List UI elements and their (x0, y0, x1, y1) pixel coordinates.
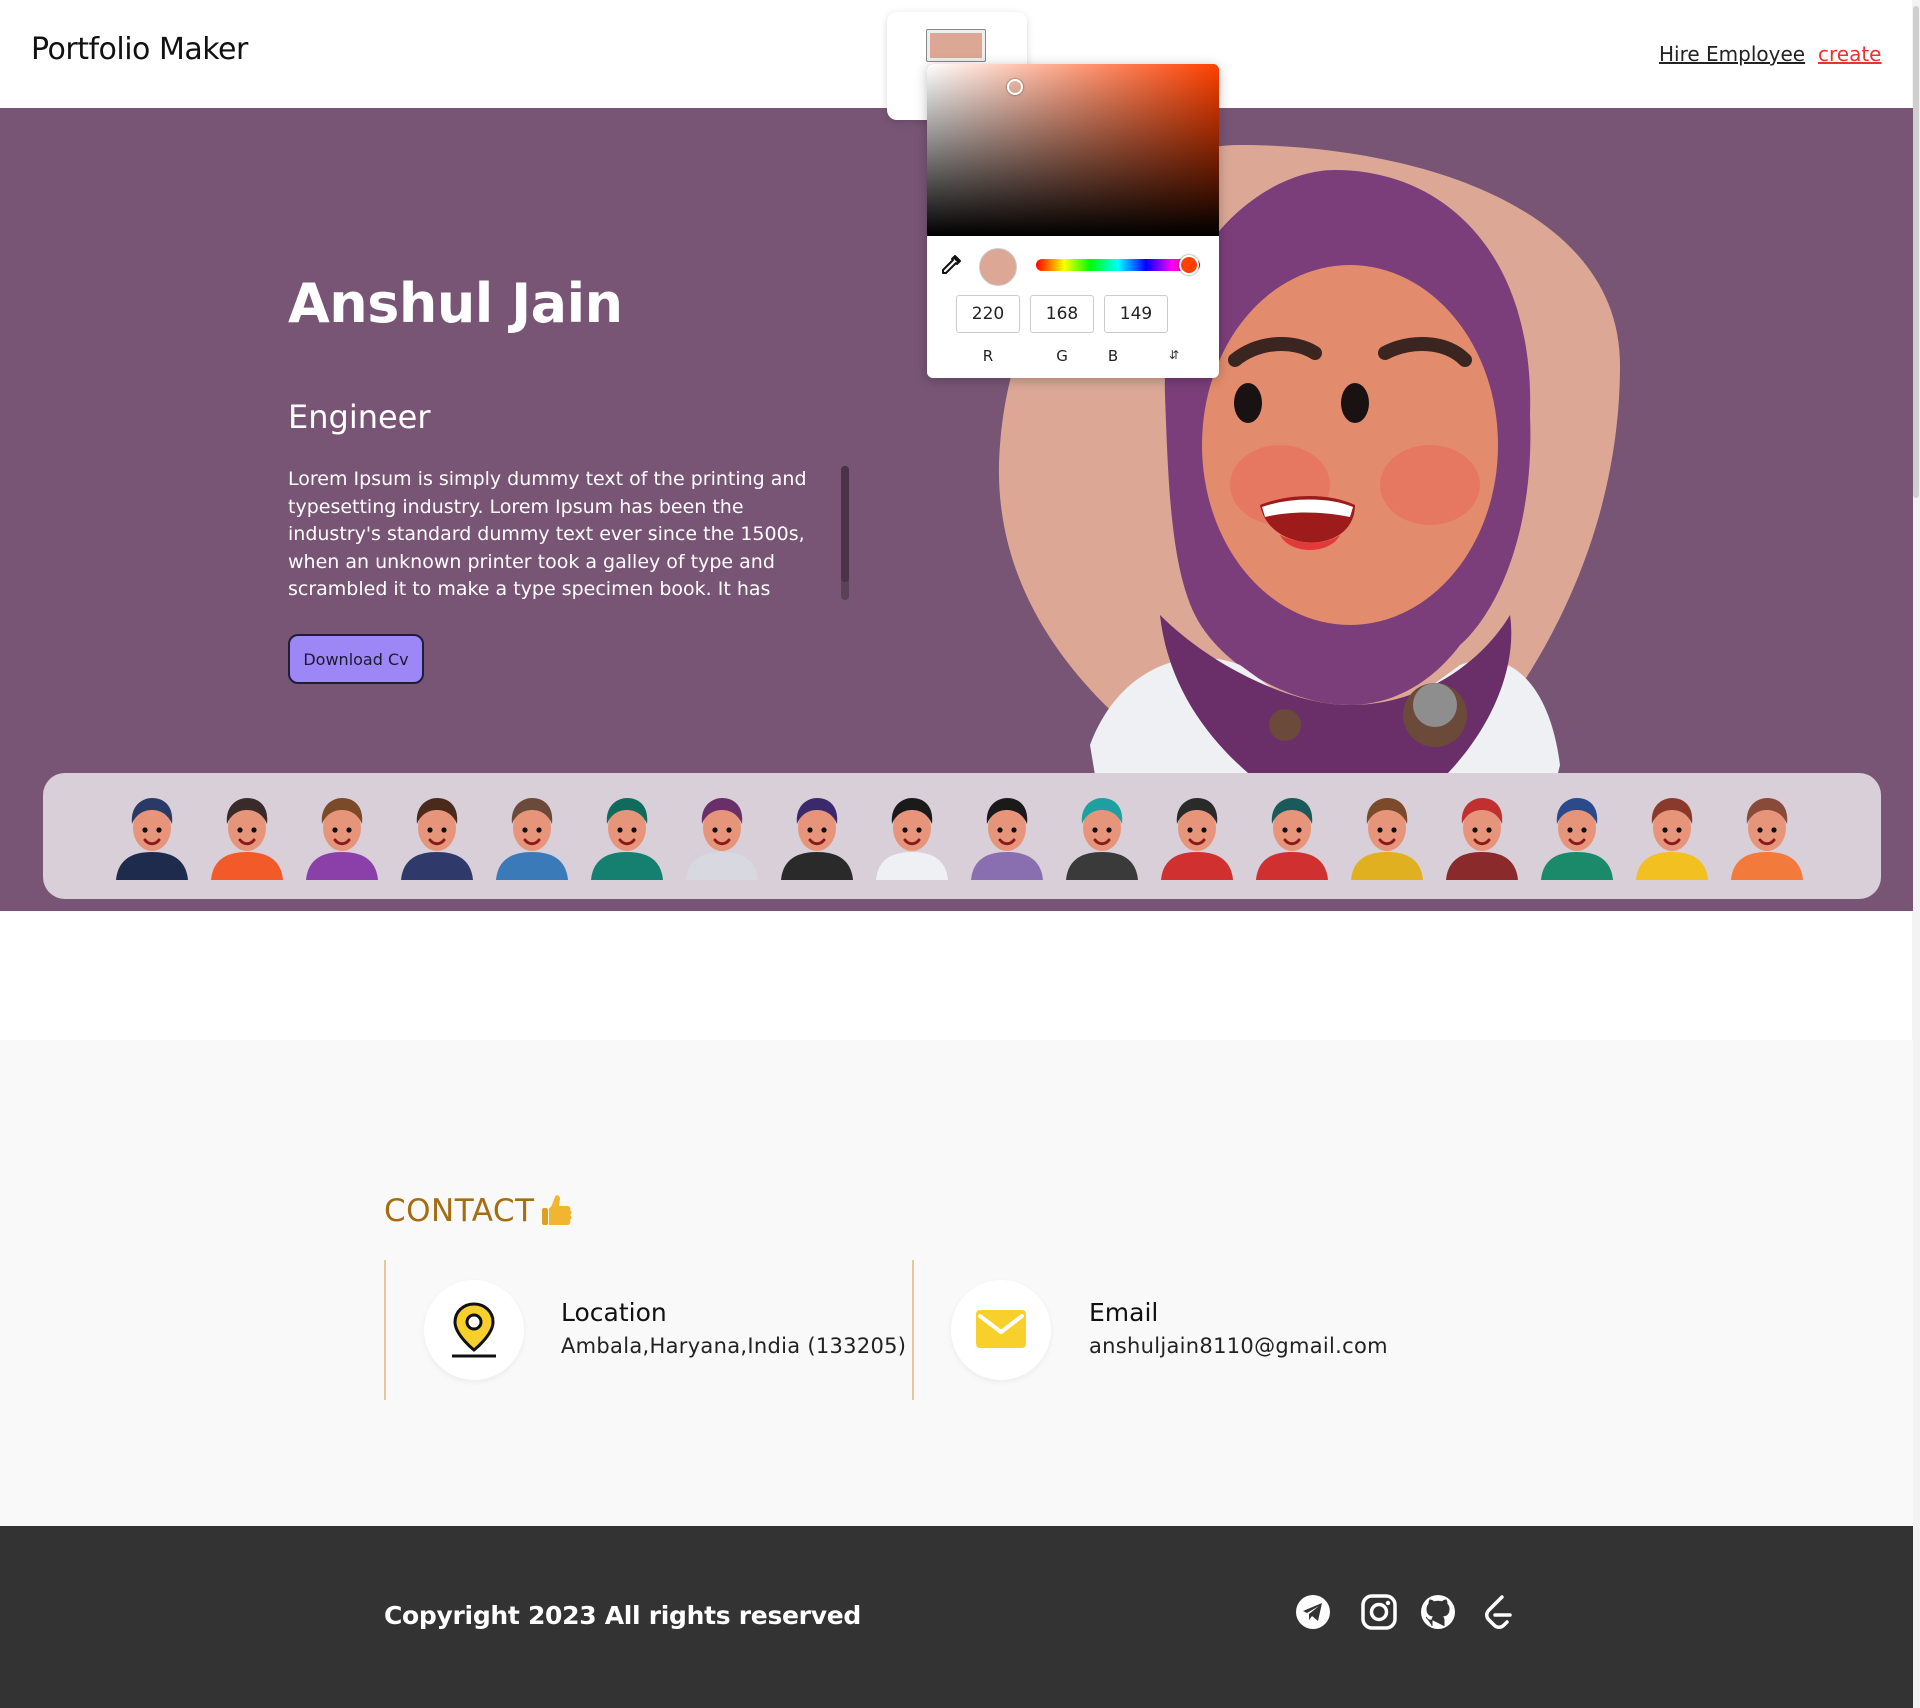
email-value[interactable]: anshuljain8110@gmail.com (1089, 1334, 1388, 1358)
brand-title[interactable]: Portfolio Maker (31, 32, 248, 67)
email-label: Email (1089, 1298, 1159, 1327)
color-swatch-fill (930, 33, 982, 58)
avatar-headset-gamer[interactable] (1250, 792, 1334, 880)
avatar-teal-hair-man[interactable] (1060, 792, 1144, 880)
location-pin-icon (452, 1302, 496, 1358)
contact-divider-location (384, 1260, 386, 1400)
avatar-curly-hair-glasses[interactable] (1630, 792, 1714, 880)
nav-hire-employee[interactable]: Hire Employee (1659, 42, 1805, 66)
download-cv-button[interactable]: Download Cv (288, 634, 424, 684)
avatar-cap-man[interactable] (1440, 792, 1524, 880)
telegram-icon[interactable] (1293, 1592, 1333, 1632)
contact-section (0, 1040, 1913, 1526)
red-label: R (982, 347, 994, 365)
github-icon[interactable] (1418, 1592, 1458, 1632)
location-label: Location (561, 1298, 667, 1327)
contact-title: CONTACT (384, 1193, 535, 1229)
instagram-icon[interactable] (1359, 1592, 1399, 1632)
blue-input[interactable]: 149 (1104, 295, 1168, 333)
avatar-blue-hair-man[interactable] (1535, 792, 1619, 880)
avatar-woman-backpack[interactable] (1725, 792, 1809, 880)
green-input[interactable]: 168 (1030, 295, 1094, 333)
avatar-male-doctor[interactable] (870, 792, 954, 880)
eyedropper-icon[interactable] (940, 254, 962, 276)
avatar-student-backpack[interactable] (1345, 792, 1429, 880)
red-input[interactable]: 220 (956, 295, 1020, 333)
avatar-woman-long-hair[interactable] (965, 792, 1049, 880)
hue-slider[interactable] (1036, 259, 1200, 271)
hue-slider-handle[interactable] (1179, 255, 1199, 275)
format-toggle-icon[interactable]: ⇵ (1169, 348, 1179, 362)
thumbs-up-icon (542, 1195, 572, 1225)
avatar-graduate[interactable] (110, 792, 194, 880)
avatar-surgeon[interactable] (585, 792, 669, 880)
leetcode-icon[interactable] (1478, 1592, 1518, 1632)
avatar-developer[interactable] (775, 792, 859, 880)
color-swatch-button[interactable] (926, 29, 986, 62)
page-scrollbar-thumb[interactable] (1913, 6, 1919, 498)
hero-description: Lorem Ipsum is simply dummy text of the … (288, 468, 807, 600)
location-icon-circle (424, 1280, 524, 1380)
hero-role: Engineer (288, 398, 431, 436)
contact-divider-email (912, 1260, 914, 1400)
description-scrollbar-thumb[interactable] (841, 466, 849, 582)
avatar-bearded-man-glasses[interactable] (395, 792, 479, 880)
location-value: Ambala,Haryana,India (133205) (561, 1334, 907, 1358)
blue-label: B (1107, 347, 1119, 365)
avatar-hijab-doctor[interactable] (680, 792, 764, 880)
envelope-icon (976, 1310, 1026, 1348)
hero-description-box[interactable]: Lorem Ipsum is simply dummy text of the … (288, 466, 848, 602)
color-picker-popup: 220 168 149 R G B ⇵ (927, 64, 1219, 378)
avatar-artist[interactable] (490, 792, 574, 880)
hero-name: Anshul Jain (288, 272, 623, 335)
avatar-bearded-beanie-man[interactable] (1155, 792, 1239, 880)
nav-create[interactable]: create (1818, 42, 1882, 66)
avatar-woman-black-hair[interactable] (205, 792, 289, 880)
color-preview-circle (979, 248, 1017, 286)
footer (0, 1526, 1913, 1708)
saturation-value-handle[interactable] (1007, 79, 1023, 95)
avatar-woman-brown-hair[interactable] (300, 792, 384, 880)
email-icon-circle (951, 1280, 1051, 1380)
saturation-value-overlay[interactable] (927, 64, 1219, 236)
copyright-text: Copyright 2023 All rights reserved (384, 1601, 861, 1630)
